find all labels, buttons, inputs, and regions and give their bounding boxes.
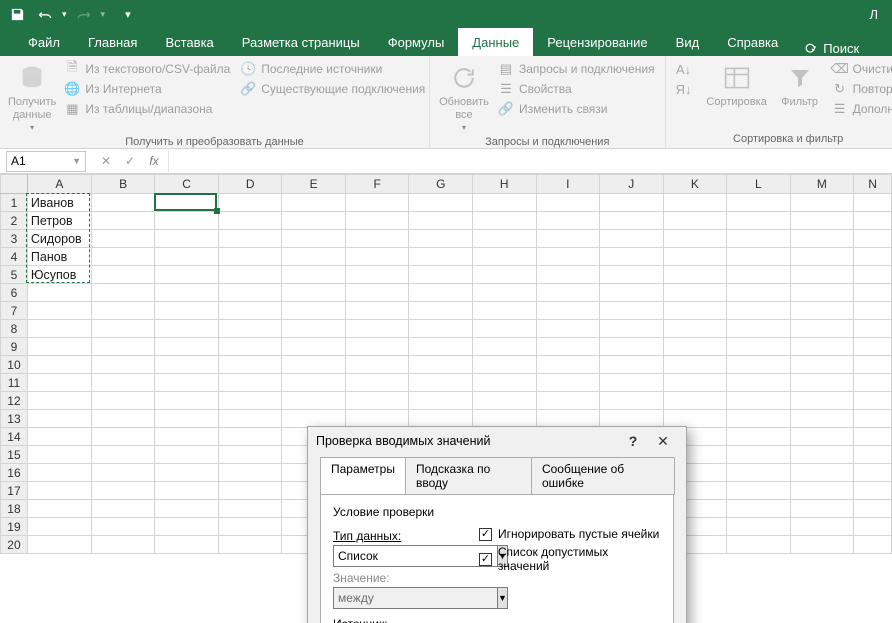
filter-icon xyxy=(784,62,816,94)
advanced-button[interactable]: ☰Дополни xyxy=(828,100,892,118)
sort-za-button[interactable]: Я↓ xyxy=(672,80,696,98)
clear-filter-button[interactable]: ⌫Очистит xyxy=(828,60,892,78)
clear-icon: ⌫ xyxy=(832,61,848,77)
tab-data[interactable]: Данные xyxy=(458,28,533,56)
ribbon-group-sort-filter: A↓ Я↓ Сортировка Фильтр ⌫Очистит ↻Повтор… xyxy=(666,56,892,148)
data-validation-dialog: Проверка вводимых значений ? ✕ Параметры… xyxy=(307,426,687,623)
tab-layout[interactable]: Разметка страницы xyxy=(228,28,374,56)
source-label: Источник: xyxy=(333,617,661,623)
database-icon xyxy=(16,62,48,94)
ribbon-group-connections: Обновить все ▾ ▤Запросы и подключения ☰С… xyxy=(430,56,666,148)
close-icon: ✕ xyxy=(657,433,669,450)
tab-file[interactable]: Файл xyxy=(14,28,74,56)
from-csv-button[interactable]: 🗎Из текстового/CSV-файла xyxy=(60,60,234,78)
sort-icon xyxy=(721,62,753,94)
advanced-icon: ☰ xyxy=(832,101,848,117)
dialog-panel: Условие проверки Тип данных: ▼ Значение: xyxy=(320,494,674,623)
filter-button[interactable]: Фильтр xyxy=(774,60,826,111)
tab-formulas[interactable]: Формулы xyxy=(374,28,459,56)
check-icon: ✓ xyxy=(125,154,135,168)
tab-view[interactable]: Вид xyxy=(662,28,714,56)
get-data-button[interactable]: Получить данные ▾ xyxy=(6,60,58,134)
chevron-down-icon[interactable]: ▼ xyxy=(72,156,81,166)
help-button[interactable]: ? xyxy=(618,427,648,455)
refresh-icon xyxy=(448,62,480,94)
edit-links-icon: 🔗 xyxy=(498,101,514,117)
refresh-all-button[interactable]: Обновить все ▾ xyxy=(436,60,492,134)
properties-icon: ☰ xyxy=(498,81,514,97)
tab-help[interactable]: Справка xyxy=(713,28,792,56)
from-web-button[interactable]: 🌐Из Интернета xyxy=(60,80,234,98)
type-input[interactable] xyxy=(333,545,497,567)
checkbox-checked-icon: ✓ xyxy=(479,553,492,566)
table-icon: ▦ xyxy=(64,101,80,117)
from-table-button[interactable]: ▦Из таблицы/диапазона xyxy=(60,100,234,118)
ribbon-group-label: Запросы и подключения xyxy=(436,134,659,151)
dialog-overlay: Проверка вводимых значений ? ✕ Параметры… xyxy=(0,174,892,623)
sort-button[interactable]: Сортировка xyxy=(702,60,772,111)
tab-parameters[interactable]: Параметры xyxy=(320,457,406,495)
type-combo[interactable]: ▼ xyxy=(333,545,465,567)
checkbox-checked-icon: ✓ xyxy=(479,528,492,541)
tab-home[interactable]: Главная xyxy=(74,28,151,56)
reapply-icon: ↻ xyxy=(832,81,848,97)
x-icon: ✕ xyxy=(101,154,111,168)
file-text-icon: 🗎 xyxy=(64,61,80,77)
sort-desc-icon: Я↓ xyxy=(676,81,692,97)
undo-icon[interactable] xyxy=(34,3,56,25)
recent-sources-button[interactable]: 🕓Последние источники xyxy=(236,60,429,78)
insert-function-button[interactable]: fx xyxy=(142,151,166,172)
title-bar: ▾ ▾ ▾ Л xyxy=(0,0,892,28)
group-caption: Условие проверки xyxy=(333,505,661,519)
tab-review[interactable]: Рецензирование xyxy=(533,28,661,56)
accept-formula-button[interactable]: ✓ xyxy=(118,151,142,172)
close-button[interactable]: ✕ xyxy=(648,427,678,455)
value-input xyxy=(333,587,497,609)
list-icon: ▤ xyxy=(498,61,514,77)
dialog-title: Проверка вводимых значений xyxy=(316,434,491,448)
recent-icon: 🕓 xyxy=(240,61,256,77)
tab-insert[interactable]: Вставка xyxy=(151,28,227,56)
ribbon-group-get-data: Получить данные ▾ 🗎Из текстового/CSV-фай… xyxy=(0,56,430,148)
dialog-titlebar[interactable]: Проверка вводимых значений ? ✕ xyxy=(308,427,686,455)
chevron-down-icon: ▼ xyxy=(497,587,508,609)
link-icon: 🔗 xyxy=(240,81,256,97)
truncated-title: Л xyxy=(869,7,886,22)
properties-button[interactable]: ☰Свойства xyxy=(494,80,659,98)
ribbon-group-label: Сортировка и фильтр xyxy=(672,131,892,148)
edit-links-button[interactable]: 🔗Изменить связи xyxy=(494,100,659,118)
tab-input-hint[interactable]: Подсказка по вводу xyxy=(405,457,532,495)
save-icon[interactable] xyxy=(6,3,28,25)
fx-icon: fx xyxy=(149,154,158,168)
reapply-button[interactable]: ↻Повтори xyxy=(828,80,892,98)
redo-icon[interactable] xyxy=(73,3,95,25)
sort-asc-icon: A↓ xyxy=(676,61,692,77)
type-label: Тип данных: xyxy=(333,529,465,543)
menu-bar: Файл Главная Вставка Разметка страницы Ф… xyxy=(0,28,892,56)
dialog-tabstrip: Параметры Подсказка по вводу Сообщение о… xyxy=(320,457,674,495)
formula-input[interactable] xyxy=(168,151,890,172)
ribbon-group-label: Получить и преобразовать данные xyxy=(6,134,423,151)
sort-az-button[interactable]: A↓ xyxy=(672,60,696,78)
tab-error-msg[interactable]: Сообщение об ошибке xyxy=(531,457,675,495)
ribbon: Получить данные ▾ 🗎Из текстового/CSV-фай… xyxy=(0,56,892,149)
queries-button[interactable]: ▤Запросы и подключения xyxy=(494,60,659,78)
value-label: Значение: xyxy=(333,571,465,585)
existing-connections-button[interactable]: 🔗Существующие подключения xyxy=(236,80,429,98)
tell-me-search[interactable]: Поиск xyxy=(792,41,871,56)
name-box[interactable]: A1 ▼ xyxy=(6,151,86,172)
ignore-blank-checkbox[interactable]: ✓ Игнорировать пустые ячейки xyxy=(479,527,661,541)
formula-bar: A1 ▼ ✕ ✓ fx xyxy=(0,149,892,174)
globe-icon: 🌐 xyxy=(64,81,80,97)
dropdown-list-checkbox[interactable]: ✓ Список допустимых значений xyxy=(479,545,661,573)
worksheet-grid[interactable]: ABCDEFGHIJKLMN1Иванов2Петров3Сидоров4Пан… xyxy=(0,174,892,623)
value-combo: ▼ xyxy=(333,587,465,609)
cancel-formula-button[interactable]: ✕ xyxy=(94,151,118,172)
